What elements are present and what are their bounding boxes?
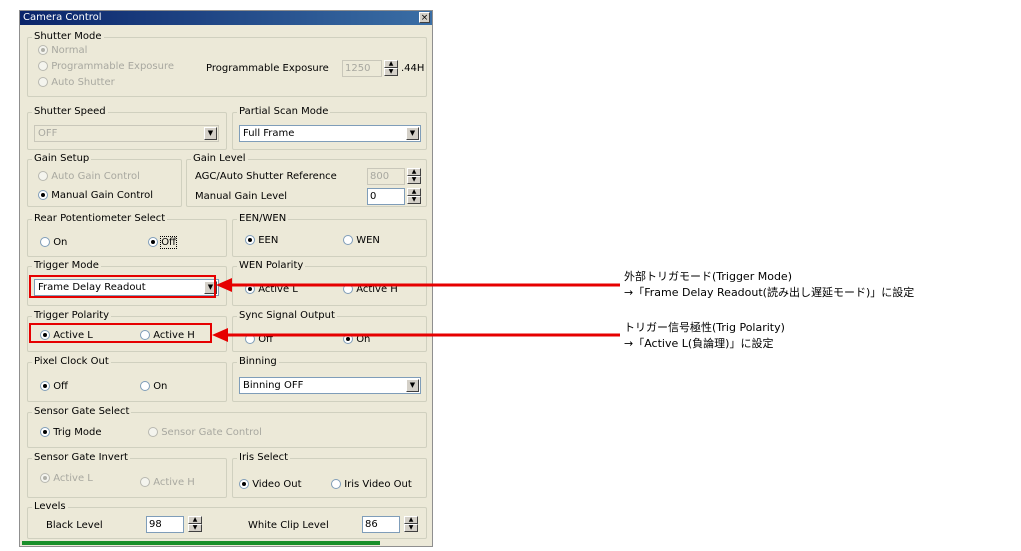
- trigger-mode-annotation-line1: 外部トリガモード(Trigger Mode): [624, 270, 792, 283]
- annotation-arrows: [212, 278, 620, 342]
- trigger-polarity-annotation-line1: トリガー信号極性(Trig Polarity): [624, 321, 785, 334]
- trigger-mode-annotation-line2: →「Frame Delay Readout(読み出し遅延モード)」に設定: [624, 286, 915, 299]
- trigger-polarity-annotation-line2: →「Active L(負論理)」に設定: [624, 337, 774, 350]
